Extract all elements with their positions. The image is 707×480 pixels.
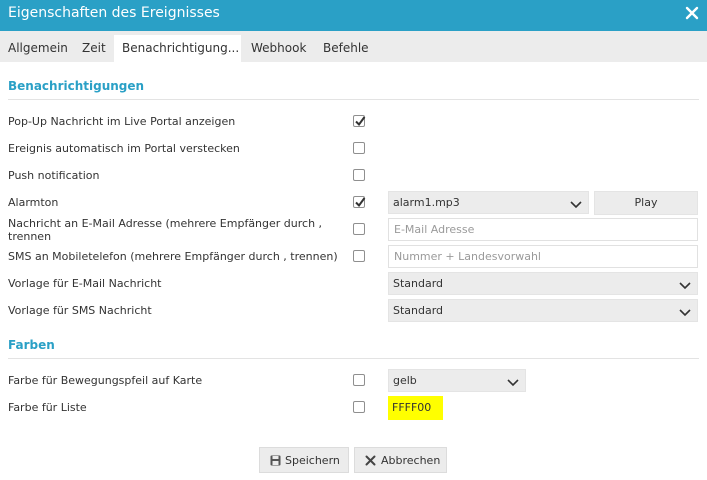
cancel-button-label: Abbrechen — [381, 454, 441, 467]
section-title-notifications: Benachrichtigungen — [8, 79, 145, 93]
tab-webhook[interactable]: Webhook — [243, 35, 314, 62]
play-button[interactable]: Play — [594, 191, 698, 215]
sms-template-label: Vorlage für SMS Nachricht — [8, 304, 152, 317]
save-button[interactable]: Speichern — [259, 447, 349, 473]
email-input[interactable]: E-Mail Adresse — [388, 218, 698, 241]
arrow-color-select[interactable]: gelb — [388, 369, 526, 392]
email-placeholder: E-Mail Adresse — [394, 223, 475, 236]
arrow-color-value: gelb — [393, 374, 417, 387]
sms-placeholder: Nummer + Landesvorwahl — [394, 250, 541, 263]
sms-label: SMS an Mobiletelefon (mehrere Empfänger … — [8, 250, 338, 263]
chevron-down-icon — [679, 307, 691, 320]
list-color-value: FFFF00 — [392, 401, 432, 414]
chevron-down-icon — [507, 377, 519, 390]
email-template-value: Standard — [393, 277, 444, 290]
alarm-label: Alarmton — [8, 196, 59, 209]
alarm-checkbox[interactable] — [353, 196, 366, 208]
alarm-sound-value: alarm1.mp3 — [393, 196, 460, 209]
email-checkbox[interactable] — [353, 223, 365, 235]
auto-hide-label: Ereignis automatisch im Portal verstecke… — [8, 142, 240, 155]
section-divider — [8, 99, 699, 100]
email-template-label: Vorlage für E-Mail Nachricht — [8, 277, 162, 290]
arrow-color-label: Farbe für Bewegungspfeil auf Karte — [8, 374, 203, 387]
tab-befehle[interactable]: Befehle — [315, 35, 377, 62]
section-divider — [8, 358, 699, 359]
alarm-sound-select[interactable]: alarm1.mp3 — [388, 191, 589, 214]
tab-bar: Allgemein Zeit Benachrichtigung... Webho… — [0, 31, 707, 62]
sms-template-value: Standard — [393, 304, 444, 317]
arrow-color-checkbox[interactable] — [353, 374, 365, 386]
chevron-down-icon — [570, 199, 582, 212]
popup-checkbox[interactable] — [353, 115, 366, 127]
chevron-down-icon — [679, 280, 691, 293]
dialog-title: Eigenschaften des Ereignisses — [8, 5, 220, 21]
sms-input[interactable]: Nummer + Landesvorwahl — [388, 245, 698, 268]
x-icon — [365, 455, 376, 469]
tab-benachrichtigung[interactable]: Benachrichtigung... — [114, 35, 241, 62]
sms-template-select[interactable]: Standard — [388, 299, 698, 322]
floppy-disk-icon — [270, 455, 281, 469]
dialog-titlebar: Eigenschaften des Ereignisses — [0, 0, 707, 31]
cancel-button[interactable]: Abbrechen — [354, 447, 447, 473]
close-icon[interactable] — [684, 5, 700, 21]
list-color-swatch[interactable]: FFFF00 — [388, 396, 443, 420]
email-template-select[interactable]: Standard — [388, 272, 698, 295]
push-checkbox[interactable] — [353, 169, 365, 181]
push-label: Push notification — [8, 169, 100, 182]
save-button-label: Speichern — [285, 454, 340, 467]
section-title-colors: Farben — [8, 338, 55, 352]
tab-zeit[interactable]: Zeit — [74, 35, 114, 62]
email-label: Nachricht an E-Mail Adresse (mehrere Emp… — [8, 217, 323, 243]
popup-label: Pop-Up Nachricht im Live Portal anzeigen — [8, 115, 236, 128]
tab-allgemein[interactable]: Allgemein — [0, 35, 76, 62]
list-color-checkbox[interactable] — [353, 401, 365, 413]
list-color-label: Farbe für Liste — [8, 401, 87, 414]
auto-hide-checkbox[interactable] — [353, 142, 365, 154]
sms-checkbox[interactable] — [353, 250, 365, 262]
